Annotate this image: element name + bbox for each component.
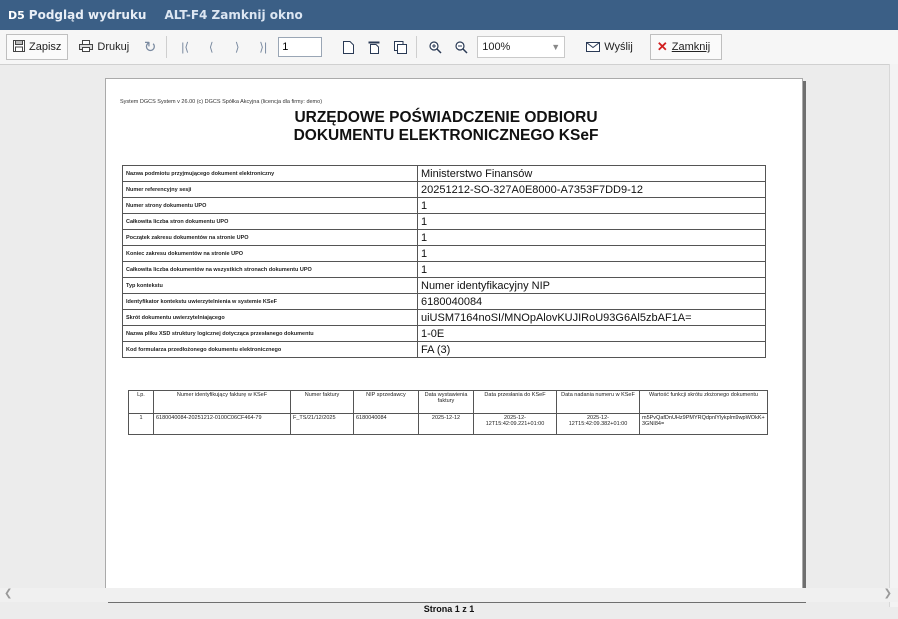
zoom-out-icon[interactable] (449, 35, 473, 59)
multi-page-icon[interactable] (388, 35, 412, 59)
row-label: Skrót dokumentu uwierzytelniającego (122, 309, 418, 326)
row-value: 1-0E (417, 325, 766, 342)
cell-invoice-number: F_TS/21/12/2025 (290, 413, 354, 435)
zoom-in-icon[interactable] (423, 35, 447, 59)
zoom-value: 100% (482, 41, 511, 53)
row-value: FA (3) (417, 341, 766, 358)
save-label: Zapisz (29, 41, 62, 53)
table-row: Typ kontekstu Numer identyfikacyjny NIP (122, 277, 766, 294)
title-line-1: URZĘDOWE POŚWIADCZENIE ODBIORU (294, 109, 598, 126)
row-label: Nazwa pliku XSD struktury logicznej doty… (122, 325, 418, 342)
send-label: Wyślij (604, 41, 633, 53)
upo-info-table: Nazwa podmiotu przyjmującego dokument el… (122, 165, 766, 358)
table-row: Identyfikator kontekstu uwierzytelnienia… (122, 293, 766, 310)
horizontal-scrollbar[interactable]: ❮ ❯ (0, 588, 898, 602)
row-value: uiUSM7164noSI/MNOpAlovKUJIRoU93G6Al5zbAF… (417, 309, 766, 326)
window-title: Podgląd wydruku (28, 8, 147, 22)
first-page-icon[interactable]: |⟨ (173, 35, 197, 59)
table-row: Całkowita liczba dokumentów na wszystkic… (122, 261, 766, 278)
table-row: 1 6180040084-20251212-0100C06CF464-79 F_… (128, 413, 768, 435)
last-page-icon[interactable]: ⟩| (251, 35, 275, 59)
app-logo: D5 (8, 8, 25, 22)
row-value: 6180040084 (417, 293, 766, 310)
row-value: 1 (417, 261, 766, 278)
row-value: 20251212-SO-327A0E8000-A7353F7DD9-12 (417, 181, 766, 198)
row-label: Nazwa podmiotu przyjmującego dokument el… (122, 165, 418, 182)
table-row: Kod formularza przedłożonego dokumentu e… (122, 341, 766, 358)
table-row: Nazwa pliku XSD struktury logicznej doty… (122, 325, 766, 342)
invoice-table: Lp. Numer identyfikujący fakturę w KSeF … (128, 390, 768, 435)
cell-seller-nip: 6180040084 (353, 413, 419, 435)
column-header: Numer faktury (290, 390, 354, 414)
row-value: 1 (417, 229, 766, 246)
send-button[interactable]: Wyślij (579, 34, 640, 60)
toolbar: Zapisz Drukuj ↻ |⟨ ⟨ ⟩ ⟩| 100% ▼ Wyślij … (0, 30, 898, 65)
title-line-2: DOKUMENTU ELEKTRONICZNEGO KSeF (293, 127, 599, 144)
document-page: System DGCS System v 26.00 (c) DGCS Spół… (105, 78, 803, 600)
page-width-icon[interactable] (362, 35, 386, 59)
envelope-icon (586, 40, 601, 55)
title-bar: D5 Podgląd wydruku ALT-F4 Zamknij okno (0, 0, 898, 30)
cell-assigned-date: 2025-12-12T15:42:09.382+01:00 (556, 413, 640, 435)
column-header: Lp. (128, 390, 154, 414)
cell-issue-date: 2025-12-12 (418, 413, 474, 435)
column-header: Data wystawienia faktury (418, 390, 474, 414)
table-header-row: Lp. Numer identyfikujący fakturę w KSeF … (128, 390, 768, 414)
single-page-icon[interactable] (336, 35, 360, 59)
cell-hash: m5PvQafDnUHz9PMYRQdpnlYlykplm9wpWOkK+3GN… (639, 413, 768, 435)
close-button[interactable]: ✕ Zamknij (649, 34, 722, 60)
scroll-right-icon[interactable]: ❯ (884, 588, 892, 599)
table-row: Całkowita liczba stron dokumentu UPO 1 (122, 213, 766, 230)
row-label: Początek zakresu dokumentów na stronie U… (122, 229, 418, 246)
close-hint: ALT-F4 Zamknij okno (164, 8, 303, 22)
row-label: Kod formularza przedłożonego dokumentu e… (122, 341, 418, 358)
table-row: Początek zakresu dokumentów na stronie U… (122, 229, 766, 246)
toolbar-separator (166, 36, 168, 58)
column-header: NIP sprzedawcy (353, 390, 419, 414)
row-label: Numer referencyjny sesji (122, 181, 418, 198)
cell-lp: 1 (128, 413, 154, 435)
document-title: URZĘDOWE POŚWIADCZENIE ODBIORU DOKUMENTU… (166, 109, 726, 145)
row-value: Numer identyfikacyjny NIP (417, 277, 766, 294)
row-label: Typ kontekstu (122, 277, 418, 294)
page-info: Strona 1 z 1 (423, 604, 475, 614)
cell-ksef-id: 6180040084-20251212-0100C06CF464-79 (153, 413, 291, 435)
row-label: Całkowita liczba dokumentów na wszystkic… (122, 261, 418, 278)
scroll-left-icon[interactable]: ❮ (4, 588, 12, 599)
table-row: Numer strony dokumentu UPO 1 (122, 197, 766, 214)
row-label: Całkowita liczba stron dokumentu UPO (122, 213, 418, 230)
column-header: Data przesłania do KSeF (473, 390, 557, 414)
row-label: Numer strony dokumentu UPO (122, 197, 418, 214)
page-number-input[interactable] (278, 37, 323, 57)
column-header: Wartość funkcji skrótu złożonego dokumen… (639, 390, 768, 414)
system-info-line: System DGCS System v 26.00 (c) DGCS Spół… (120, 99, 323, 105)
row-value: 1 (417, 213, 766, 230)
row-value: Ministerstwo Finansów (417, 165, 766, 182)
column-header: Numer identyfikujący fakturę w KSeF (153, 390, 291, 414)
toolbar-separator (416, 36, 418, 58)
printer-icon (79, 39, 94, 55)
row-value: 1 (417, 197, 766, 214)
table-row: Skrót dokumentu uwierzytelniającego uiUSM… (122, 309, 766, 326)
print-button[interactable]: Drukuj (72, 34, 136, 60)
refresh-icon[interactable]: ↻ (138, 35, 162, 59)
prev-page-icon[interactable]: ⟨ (199, 35, 223, 59)
table-row: Koniec zakresu dokumentów na stronie UPO… (122, 245, 766, 262)
row-label: Identyfikator kontekstu uwierzytelnienia… (122, 293, 418, 310)
table-row: Nazwa podmiotu przyjmującego dokument el… (122, 165, 766, 182)
print-label: Drukuj (97, 41, 130, 53)
zoom-select[interactable]: 100% ▼ (477, 36, 566, 58)
save-button[interactable]: Zapisz (6, 34, 69, 60)
next-page-icon[interactable]: ⟩ (225, 35, 249, 59)
floppy-disk-icon (13, 39, 25, 55)
table-row: Numer referencyjny sesji 20251212-SO-327A… (122, 181, 766, 198)
cell-sent-date: 2025-12-12T15:42:09.221+01:00 (473, 413, 557, 435)
row-value: 1 (417, 245, 766, 262)
column-header: Data nadania numeru w KSeF (556, 390, 640, 414)
close-label: Zamknij (671, 41, 711, 53)
chevron-down-icon: ▼ (551, 42, 561, 52)
vertical-scrollbar[interactable] (889, 64, 898, 607)
row-label: Koniec zakresu dokumentów na stronie UPO (122, 245, 418, 262)
close-icon: ✕ (656, 39, 668, 54)
